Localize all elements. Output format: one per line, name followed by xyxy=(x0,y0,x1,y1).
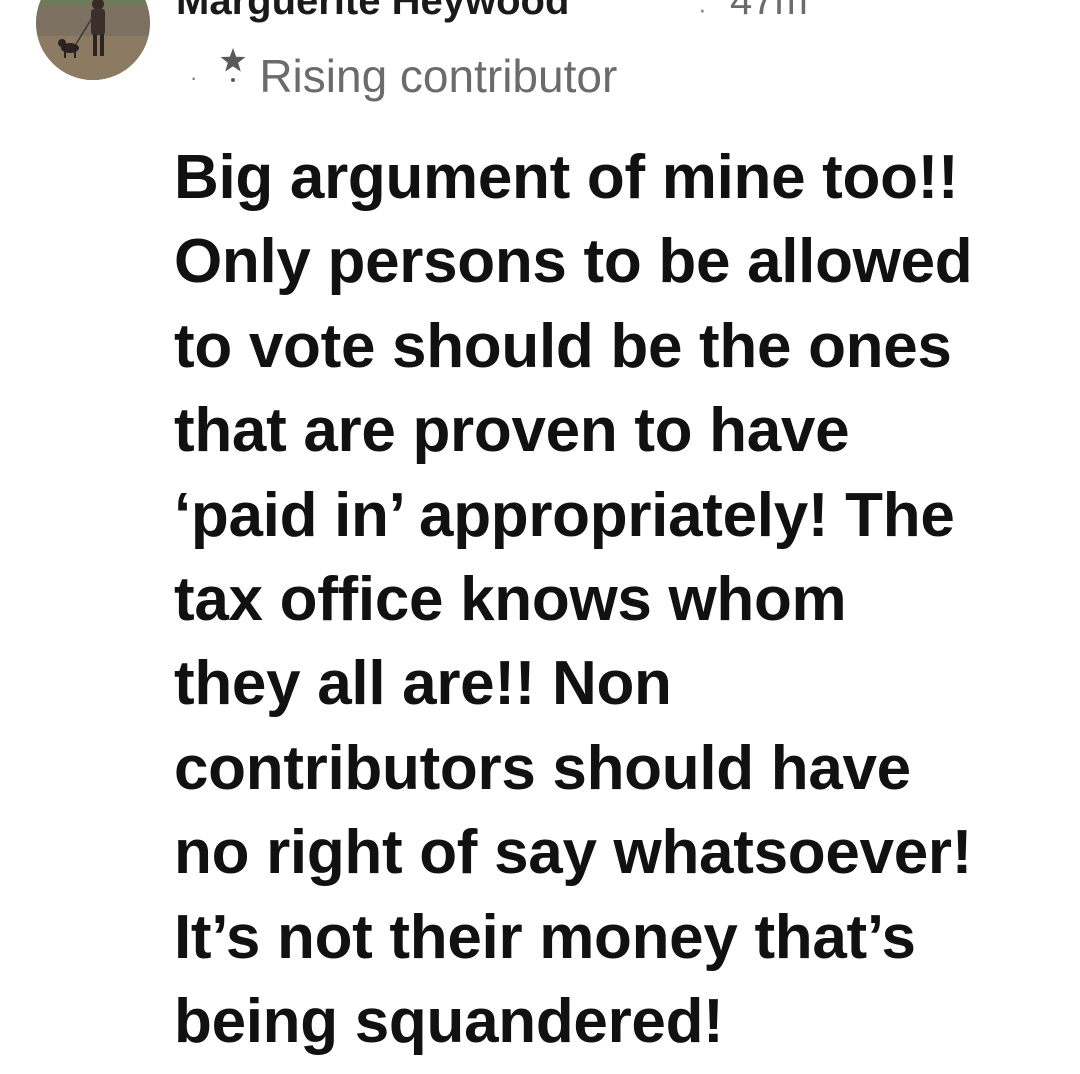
timestamp: 47m xyxy=(730,0,808,23)
avatar[interactable] xyxy=(36,0,150,80)
comment-text: Big argument of mine too!! Only persons … xyxy=(174,143,973,1057)
contributor-badge: · Rising contributor xyxy=(190,46,617,106)
star-icon xyxy=(220,48,246,82)
separator-dot: · xyxy=(698,0,707,24)
author-name[interactable]: Marguerite Heywood xyxy=(176,0,569,24)
avatar-photo xyxy=(36,0,150,80)
separator-dot: · xyxy=(190,65,198,90)
badge-label: Rising contributor xyxy=(259,50,618,102)
